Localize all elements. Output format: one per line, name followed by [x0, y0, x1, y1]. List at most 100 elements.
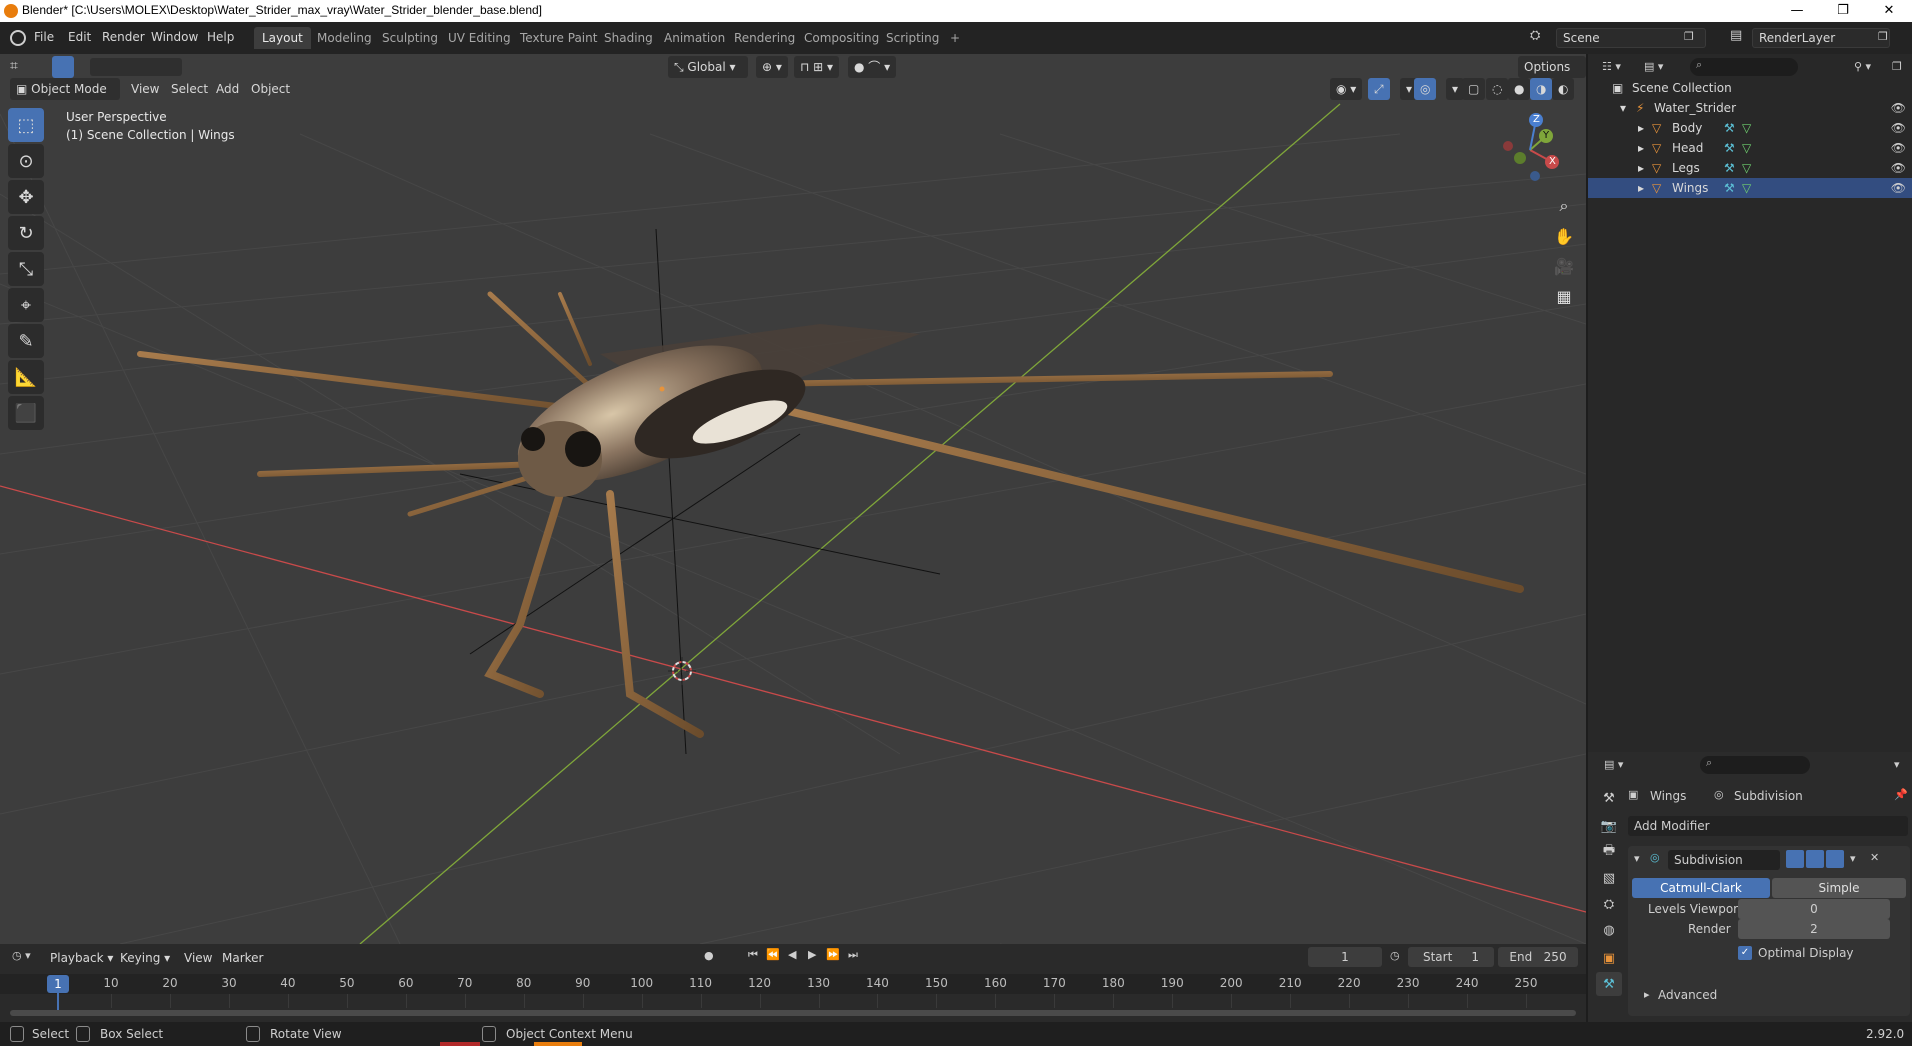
snap-toggle[interactable]: ⊓ ⊞ ▾	[794, 56, 840, 78]
playhead[interactable]: 1	[47, 975, 69, 993]
outliner-panel[interactable]: ☷ ▾ ▤ ▾ ⌕ ⚲ ▾ ❐ ▣ Scene Collection ▾ ⚡ W…	[1588, 54, 1912, 752]
scene-tab-icon[interactable]: ⛭	[1596, 892, 1622, 916]
add-workspace-button[interactable]: +	[942, 27, 968, 49]
collapse-arrow-icon[interactable]: ▾	[1634, 852, 1640, 865]
new-scene-icon[interactable]: ❐	[1684, 30, 1694, 43]
scene-icon[interactable]: ⛭	[1530, 28, 1554, 48]
wireframe-shading-button[interactable]: ◌	[1486, 78, 1509, 100]
expand-arrow-icon[interactable]: ▾	[1620, 101, 1626, 115]
visibility-eye-icon[interactable]: 👁	[1891, 141, 1906, 155]
pin-icon[interactable]: 📌	[1894, 788, 1908, 801]
selection-mode-icons[interactable]	[90, 58, 182, 76]
add-cube-tool-icon[interactable]: ⬛	[8, 396, 44, 430]
select-box-tool-icon[interactable]: ⬚	[8, 108, 44, 142]
outliner-row-head[interactable]: ▸ ▽ Head ⚒ ▽ 👁	[1588, 138, 1912, 158]
new-view-layer-icon[interactable]: ❐	[1878, 30, 1888, 43]
timeline-scrollbar[interactable]	[10, 1010, 1576, 1016]
object-mode-dropdown[interactable]: ▣ Object Mode ▾	[10, 78, 120, 118]
minimize-button[interactable]: —	[1774, 0, 1820, 22]
properties-options-icon[interactable]: ▾	[1894, 758, 1900, 771]
visibility-eye-icon[interactable]: 👁	[1891, 161, 1906, 175]
rendered-shading-button[interactable]: ◐	[1552, 78, 1575, 100]
maximize-button[interactable]: ❐	[1820, 0, 1866, 22]
viewport-toggle-icon[interactable]	[1806, 850, 1824, 868]
outliner-search-field[interactable]: ⌕	[1690, 58, 1798, 76]
viewport-menu-add[interactable]: Add	[216, 82, 239, 96]
tab-texture-paint[interactable]: Texture Paint	[512, 27, 605, 49]
view-layer-tab-icon[interactable]: ▧	[1596, 866, 1622, 890]
modifier-menu-icon[interactable]: ▾	[1850, 852, 1856, 865]
render-toggle-icon[interactable]	[1826, 850, 1844, 868]
measure-tool-icon[interactable]: 📐	[8, 360, 44, 394]
advanced-arrow-icon[interactable]: ▸	[1644, 988, 1650, 1001]
visibility-eye-icon[interactable]: 👁	[1891, 181, 1906, 195]
camera-view-icon[interactable]: 🎥	[1550, 252, 1578, 280]
move-tool-icon[interactable]: ✥	[8, 180, 44, 214]
viewport-menu-object[interactable]: Object	[251, 82, 290, 96]
menu-window[interactable]: Window	[151, 30, 198, 44]
transform-orientation-dropdown[interactable]: ⤡ Global ▾	[668, 56, 748, 78]
transform-tool-icon[interactable]: ⌖	[8, 288, 44, 322]
modifier-tab-icon[interactable]: ⚒	[1596, 972, 1622, 996]
ortho-grid-icon[interactable]: ▦	[1550, 282, 1578, 310]
properties-panel[interactable]: ▤ ▾ ⌕ ▾ ⚒ 📷 🖶 ▧ ⛭ ◍ ▣ ⚒ ▣ Wings ◎ Subdiv…	[1588, 752, 1912, 1022]
outliner-row-legs[interactable]: ▸ ▽ Legs ⚒ ▽ 👁	[1588, 158, 1912, 178]
viewport-menu-view[interactable]: View	[131, 82, 159, 96]
world-tab-icon[interactable]: ◍	[1596, 918, 1622, 942]
simple-button[interactable]: Simple	[1772, 878, 1906, 898]
tab-animation[interactable]: Animation	[656, 27, 733, 49]
annotate-tool-icon[interactable]: ✎	[8, 324, 44, 358]
solid-shading-button[interactable]: ●	[1508, 78, 1531, 100]
menu-file[interactable]: File	[34, 30, 54, 44]
outliner-row-scene-collection[interactable]: ▣ Scene Collection	[1588, 78, 1912, 98]
viewport-menu-select[interactable]: Select	[171, 82, 208, 96]
menu-edit[interactable]: Edit	[68, 30, 91, 44]
blender-menu-icon[interactable]	[10, 30, 26, 46]
xray-toggle[interactable]: ▢	[1462, 78, 1486, 100]
display-mode-icon[interactable]: ▤ ▾	[1644, 60, 1663, 73]
expand-arrow-icon[interactable]: ▸	[1638, 121, 1644, 135]
gizmo-toggle[interactable]: ⤢	[1368, 78, 1390, 100]
view-layer-selector[interactable]: RenderLayer	[1752, 28, 1890, 48]
render-levels-field[interactable]: 2	[1738, 919, 1890, 939]
expand-arrow-icon[interactable]: ▸	[1638, 161, 1644, 175]
zoom-icon[interactable]: ⌕	[1550, 192, 1578, 220]
menu-render[interactable]: Render	[102, 30, 145, 44]
navigation-gizmo[interactable]	[1490, 110, 1570, 190]
remove-modifier-icon[interactable]: ✕	[1870, 851, 1879, 864]
outliner-row-body[interactable]: ▸ ▽ Body ⚒ ▽ 👁	[1588, 118, 1912, 138]
optimal-display-checkbox[interactable]: ✓	[1738, 946, 1752, 960]
filter-icon[interactable]: ⚲ ▾	[1854, 60, 1871, 73]
options-dropdown[interactable]: Options ▾	[1518, 56, 1586, 96]
tab-layout[interactable]: Layout	[254, 27, 311, 49]
outliner-row-water-strider[interactable]: ▾ ⚡ Water_Strider 👁	[1588, 98, 1912, 118]
modifier-name-field[interactable]: Subdivision	[1668, 850, 1780, 870]
close-window-button[interactable]: ✕	[1866, 0, 1912, 22]
overlay-toggle[interactable]: ◎	[1414, 78, 1437, 100]
cursor-tool-icon[interactable]: ⊙	[8, 144, 44, 178]
visibility-dropdown[interactable]: ◉ ▾	[1330, 78, 1363, 100]
rotate-tool-icon[interactable]: ↻	[8, 216, 44, 250]
pivot-point-dropdown[interactable]: ⊕ ▾	[756, 56, 788, 78]
visibility-eye-icon[interactable]: 👁	[1891, 101, 1906, 115]
pan-hand-icon[interactable]: ✋	[1550, 222, 1578, 250]
menu-help[interactable]: Help	[207, 30, 234, 44]
select-mode-icon[interactable]	[52, 56, 74, 78]
tool-tab-icon[interactable]: ⚒	[1596, 786, 1622, 810]
tab-rendering[interactable]: Rendering	[726, 27, 803, 49]
view-layer-icon[interactable]: ▤	[1730, 28, 1742, 43]
catmull-clark-button[interactable]: Catmull-Clark	[1632, 878, 1770, 898]
new-collection-icon[interactable]: ❐	[1892, 60, 1902, 73]
scale-tool-icon[interactable]: ⤡	[8, 252, 44, 286]
properties-search-field[interactable]: ⌕	[1700, 756, 1810, 774]
timeline-panel[interactable]: ◷ ▾ Playback ▾ Keying ▾ View Marker ● ⏮ …	[0, 944, 1586, 1022]
material-shading-button[interactable]: ◑	[1530, 78, 1553, 100]
tab-scripting[interactable]: Scripting	[878, 27, 947, 49]
tab-compositing[interactable]: Compositing	[796, 27, 887, 49]
tab-shading[interactable]: Shading	[596, 27, 661, 49]
proportional-editing[interactable]: ● ⌒ ▾	[848, 56, 897, 78]
tab-uv-editing[interactable]: UV Editing	[440, 27, 519, 49]
output-tab-icon[interactable]: 🖶	[1596, 840, 1622, 864]
render-tab-icon[interactable]: 📷	[1596, 814, 1622, 838]
editor-type-icon[interactable]: ⌗	[10, 58, 18, 74]
